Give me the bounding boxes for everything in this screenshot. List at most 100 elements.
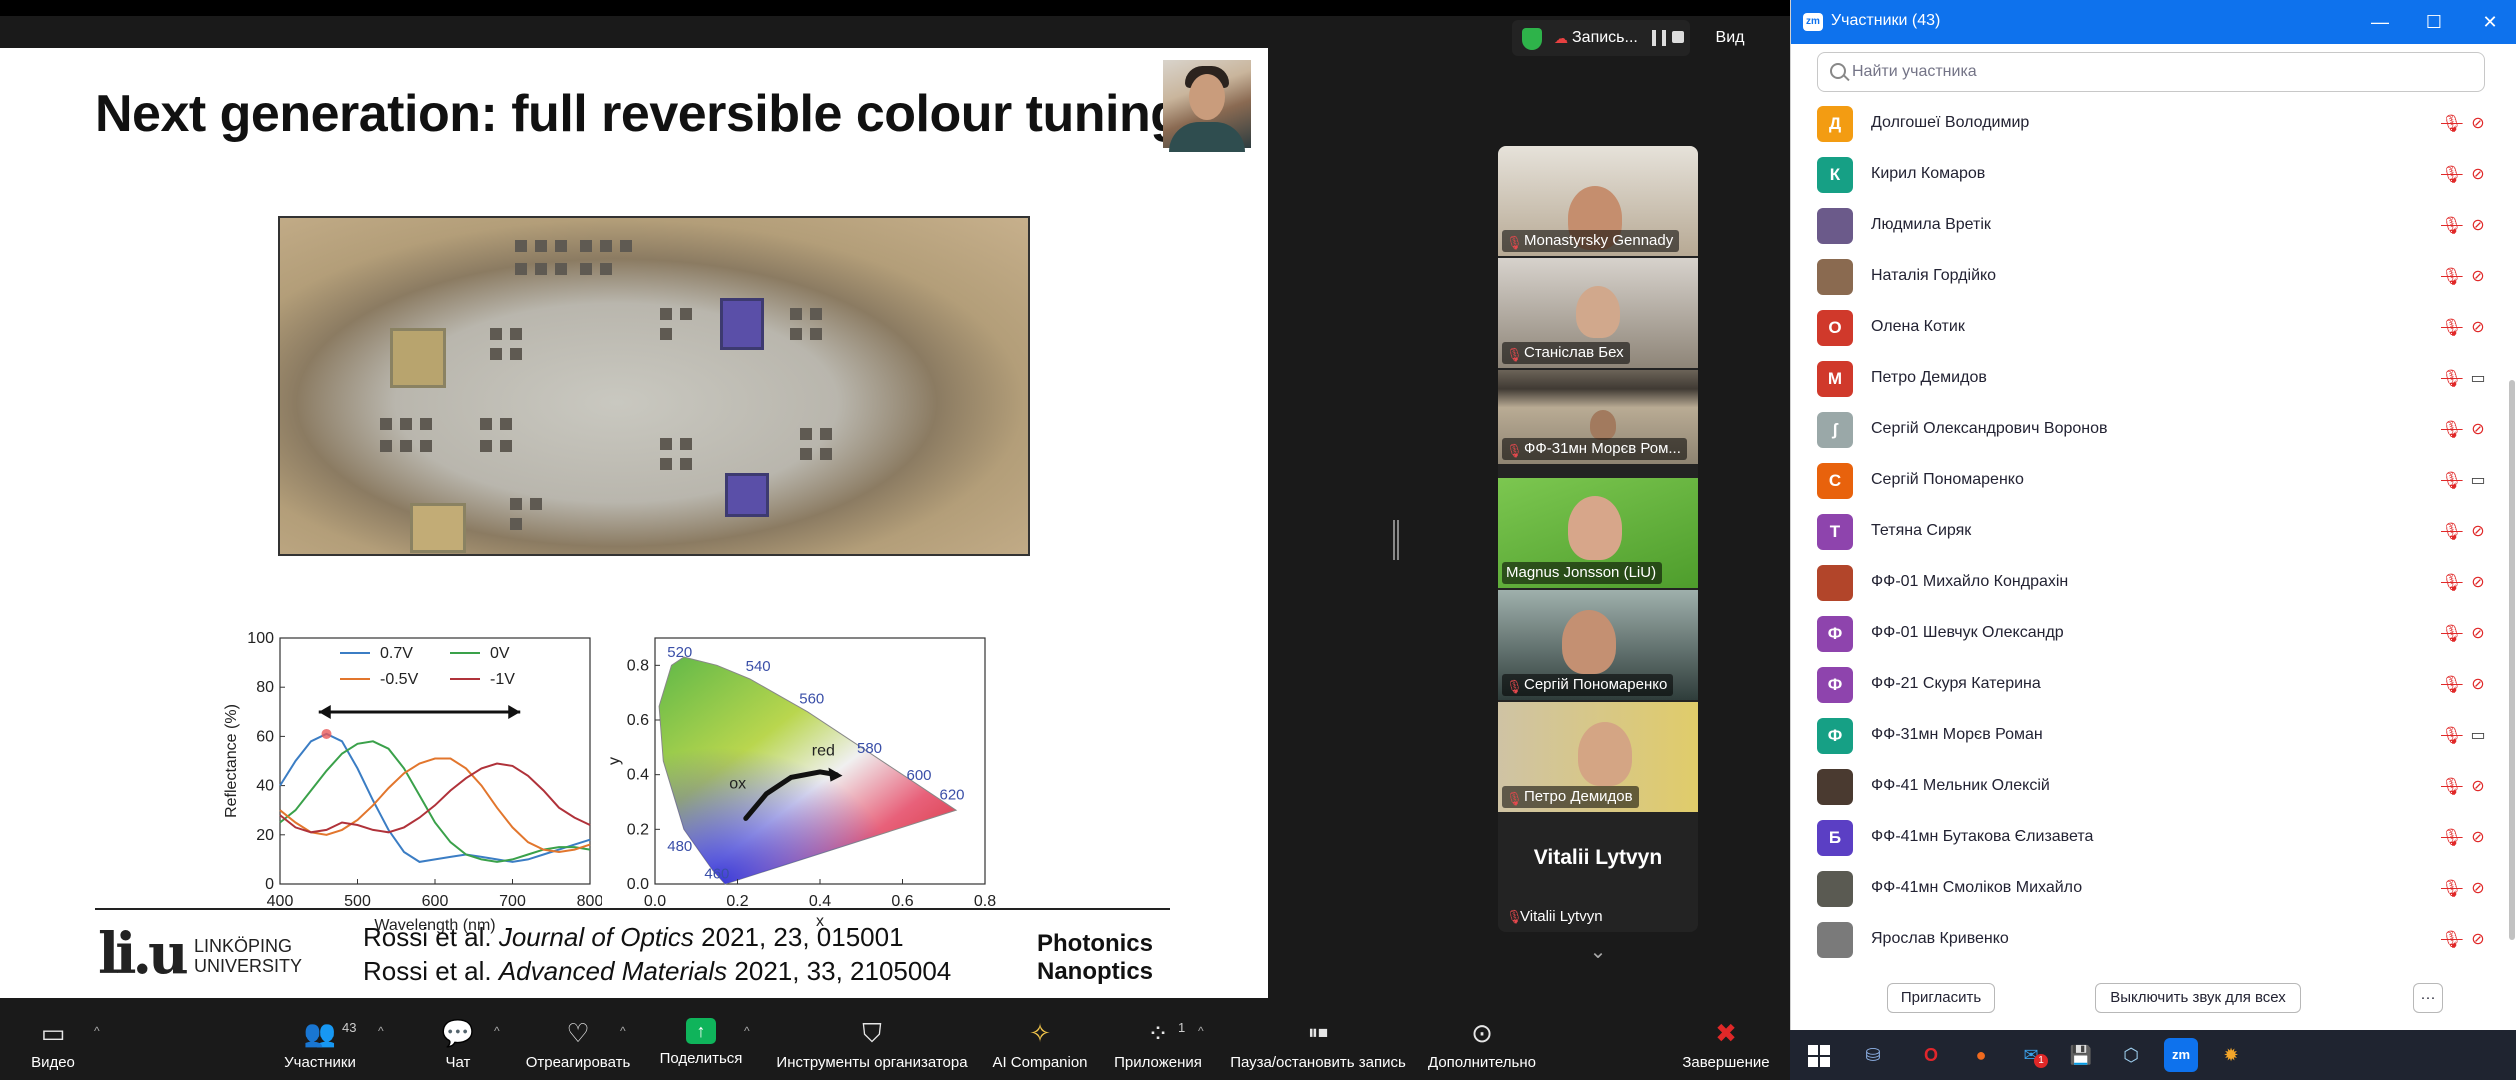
split-view-handle[interactable] (1393, 520, 1399, 560)
video-off-icon[interactable]: ⊘ (2467, 675, 2489, 695)
video-tile[interactable]: 🎙Станіслав Бех (1498, 258, 1698, 368)
react-options-caret-icon[interactable]: ^ (620, 1024, 626, 1038)
mic-muted-icon[interactable]: 🎙 (2441, 216, 2463, 236)
participants-options-caret-icon[interactable]: ^ (378, 1024, 384, 1038)
video-tile-active-speaker[interactable]: Magnus Jonsson (LiU) (1498, 478, 1698, 588)
video-tile-no-camera[interactable]: Vitalii Lytvyn 🎙Vitalii Lytvyn (1498, 828, 1698, 932)
stop-recording-icon[interactable] (1672, 31, 1684, 43)
share-options-caret-icon[interactable]: ^ (744, 1024, 750, 1038)
video-off-icon[interactable]: ⊘ (2467, 930, 2489, 950)
mic-muted-icon[interactable]: 🎙 (2441, 471, 2463, 491)
video-on-icon[interactable]: ▭ (2467, 726, 2489, 746)
mic-muted-icon[interactable]: 🎙 (2441, 675, 2463, 695)
video-off-icon[interactable]: ⊘ (2467, 828, 2489, 848)
participant-row[interactable]: Ф ФФ-01 Шевчук Олександр 🎙 ⊘ (1791, 609, 2491, 660)
participant-row[interactable]: ФФ-41мн Смоліков Михайло 🎙 ⊘ (1791, 864, 2491, 915)
mic-muted-icon[interactable]: 🎙 (2441, 573, 2463, 593)
mic-muted-icon[interactable]: 🎙 (2441, 777, 2463, 797)
video-off-icon[interactable]: ⊘ (2467, 777, 2489, 797)
mic-muted-icon[interactable]: 🎙 (2441, 165, 2463, 185)
save-disk-icon[interactable]: 💾 (2064, 1038, 2098, 1072)
participant-row[interactable]: М Петро Демидов 🎙 ▭ (1791, 354, 2491, 405)
paint-app-icon[interactable]: ✹ (2214, 1038, 2248, 1072)
close-icon[interactable]: ✕ (2475, 8, 2505, 36)
invite-button[interactable]: Пригласить (1887, 983, 1995, 1013)
end-meeting-button[interactable]: ✖ Завершение (1680, 1010, 1772, 1080)
windows-start-icon[interactable] (1808, 1045, 1830, 1067)
video-off-icon[interactable]: ⊘ (2467, 879, 2489, 899)
video-off-icon[interactable]: ⊘ (2467, 522, 2489, 542)
chat-button[interactable]: 💬 Чат (436, 1010, 480, 1080)
participant-row[interactable]: Ф ФФ-21 Скуря Катерина 🎙 ⊘ (1791, 660, 2491, 711)
pause-recording-icon[interactable] (1652, 30, 1666, 46)
video-tile[interactable]: 🎙ФФ-31мн Морєв Ром... (1498, 370, 1698, 464)
tile-display-name: Vitalii Lytvyn (1533, 846, 1663, 869)
mic-muted-icon[interactable]: 🎙 (2441, 420, 2463, 440)
video-off-icon[interactable]: ⊘ (2467, 624, 2489, 644)
video-off-icon[interactable]: ⊘ (2467, 573, 2489, 593)
video-off-icon[interactable]: ⊘ (2467, 114, 2489, 134)
participant-row[interactable]: Ф ФФ-31мн Морєв Роман 🎙 ▭ (1791, 711, 2491, 762)
mic-muted-icon[interactable]: 🎙 (2441, 522, 2463, 542)
y-tick-label: 0.4 (627, 767, 649, 784)
mic-muted-icon[interactable]: 🎙 (2441, 369, 2463, 389)
mail-icon[interactable]: ✉ 1 (2014, 1038, 2048, 1072)
zoom-taskbar-icon[interactable]: zm (2164, 1038, 2198, 1072)
network-app-icon[interactable]: ⛁ (1856, 1038, 1890, 1072)
participant-row[interactable]: ʃ Сергій Олександрович Воронов 🎙 ⊘ (1791, 405, 2491, 456)
apps-options-caret-icon[interactable]: ^ (1198, 1024, 1204, 1038)
mic-muted-icon[interactable]: 🎙 (2441, 267, 2463, 287)
participant-row[interactable]: ФФ-41 Мельник Олексій 🎙 ⊘ (1791, 762, 2491, 813)
participant-row[interactable]: Ярослав Кривенко 🎙 ⊘ (1791, 915, 2491, 961)
opera-icon[interactable]: O (1914, 1038, 1948, 1072)
mic-muted-icon[interactable]: 🎙 (2441, 930, 2463, 950)
video-off-icon[interactable]: ⊘ (2467, 318, 2489, 338)
participant-row[interactable]: С Сергій Пономаренко 🎙 ▭ (1791, 456, 2491, 507)
participant-row[interactable]: Б ФФ-41мн Бутакова Єлизавета 🎙 ⊘ (1791, 813, 2491, 864)
mic-muted-icon[interactable]: 🎙 (2441, 828, 2463, 848)
firefox-icon[interactable]: ● (1964, 1038, 1998, 1072)
video-tile[interactable]: 🎙Петро Демидов (1498, 702, 1698, 812)
host-tools-button[interactable]: ⛉ Инструменты организатора (772, 1010, 972, 1080)
chat-options-caret-icon[interactable]: ^ (494, 1024, 500, 1038)
video-off-icon[interactable]: ⊘ (2467, 216, 2489, 236)
video-tile[interactable]: 🎙Сергій Пономаренко (1498, 590, 1698, 700)
more-options-button[interactable]: ··· (2413, 983, 2443, 1013)
participant-list-scrollbar[interactable] (2509, 380, 2515, 940)
box-app-icon[interactable]: ⬡ (2114, 1038, 2148, 1072)
minimize-icon[interactable]: — (2365, 8, 2395, 36)
react-button[interactable]: ♡ Отреагировать (522, 1010, 634, 1080)
participant-row[interactable]: Т Тетяна Сиряк 🎙 ⊘ (1791, 507, 2491, 558)
more-button[interactable]: ⊙ Дополнительно (1424, 1010, 1540, 1080)
participant-row[interactable]: К Кирил Комаров 🎙 ⊘ (1791, 150, 2491, 201)
search-input[interactable] (1852, 53, 2472, 91)
mic-muted-icon[interactable]: 🎙 (2441, 624, 2463, 644)
participant-row[interactable]: Д Долгошеї Володимир 🎙 ⊘ (1791, 99, 2491, 150)
recording-indicator[interactable]: ☁ Запись... (1512, 20, 1690, 56)
participant-row[interactable]: Наталія Гордійко 🎙 ⊘ (1791, 252, 2491, 303)
participant-row[interactable]: ФФ-01 Михайло Кондрахін 🎙 ⊘ (1791, 558, 2491, 609)
participant-row[interactable]: Людмила Вретік 🎙 ⊘ (1791, 201, 2491, 252)
video-on-icon[interactable]: ▭ (2467, 369, 2489, 389)
video-off-icon[interactable]: ⊘ (2467, 420, 2489, 440)
mute-all-button[interactable]: Выключить звук для всех (2095, 983, 2301, 1013)
video-tile[interactable]: 🎙Monastyrsky Gennady (1498, 146, 1698, 256)
pause-stop-recording-button[interactable]: ⏸⏹ Пауза/остановить запись (1226, 1010, 1410, 1080)
video-options-caret-icon[interactable]: ^ (94, 1024, 100, 1038)
mic-muted-icon[interactable]: 🎙 (2441, 879, 2463, 899)
mic-muted-icon[interactable]: 🎙 (2441, 726, 2463, 746)
view-button[interactable]: Вид (1700, 20, 1760, 56)
participant-search[interactable] (1817, 52, 2485, 92)
video-button[interactable]: ▭ Видео (22, 1010, 84, 1080)
mic-muted-icon[interactable]: 🎙 (2441, 114, 2463, 134)
video-on-icon[interactable]: ▭ (2467, 471, 2489, 491)
ai-companion-button[interactable]: ✧ AI Companion (988, 1010, 1092, 1080)
participant-row[interactable]: О Олена Котик 🎙 ⊘ (1791, 303, 2491, 354)
maximize-icon[interactable]: ☐ (2419, 8, 2449, 36)
share-button[interactable]: ↑ Поделиться (656, 1010, 746, 1080)
video-off-icon[interactable]: ⊘ (2467, 267, 2489, 287)
apps-button[interactable]: ⁘ Приложения (1108, 1010, 1208, 1080)
mic-muted-icon[interactable]: 🎙 (2441, 318, 2463, 338)
video-off-icon[interactable]: ⊘ (2467, 165, 2489, 185)
chevron-down-icon[interactable]: ⌄ (1586, 940, 1610, 964)
